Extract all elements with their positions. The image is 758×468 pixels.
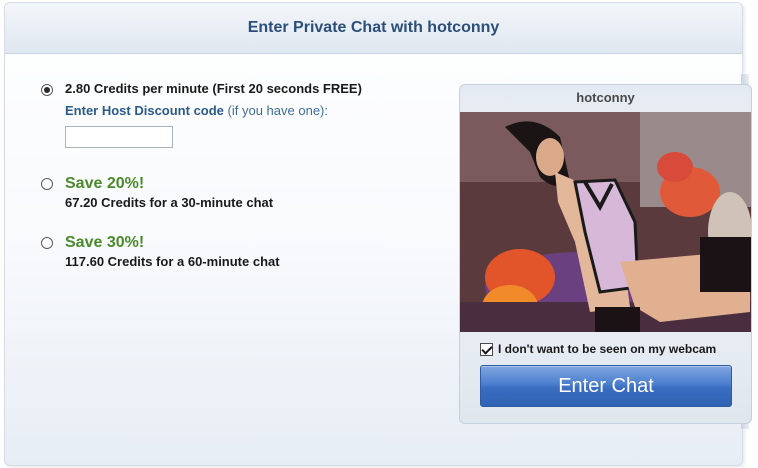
60-minute-description: 117.60 Credits for a 60-minute chat — [65, 254, 280, 269]
hide-webcam-checkbox[interactable] — [480, 343, 493, 356]
host-name: hotconny — [576, 90, 635, 105]
host-photo — [460, 112, 751, 332]
dialog-header: Enter Private Chat with hotconny — [5, 3, 742, 54]
save-20-label: Save 20%! — [65, 175, 145, 192]
host-card: hotconny I don't want to be seen on my w… — [459, 84, 752, 424]
30-minute-radio[interactable] — [41, 178, 53, 190]
discount-code-input[interactable] — [65, 126, 173, 148]
per-minute-radio[interactable] — [41, 84, 53, 96]
60-minute-radio[interactable] — [41, 237, 53, 249]
discount-code-label-text: Enter Host Discount code — [65, 103, 224, 118]
dialog-title: Enter Private Chat with hotconny — [247, 19, 500, 36]
discount-code-label: Enter Host Discount code (if you have on… — [65, 103, 328, 118]
hide-webcam-label: I don't want to be seen on my webcam — [498, 342, 717, 356]
30-minute-description: 67.20 Credits for a 30-minute chat — [65, 195, 274, 210]
per-minute-label: 2.80 Credits per minute (First 20 second… — [65, 81, 362, 96]
discount-code-hint: (if you have one): — [227, 103, 328, 118]
enter-chat-button[interactable]: Enter Chat — [480, 365, 732, 407]
save-30-label: Save 30%! — [65, 234, 145, 251]
